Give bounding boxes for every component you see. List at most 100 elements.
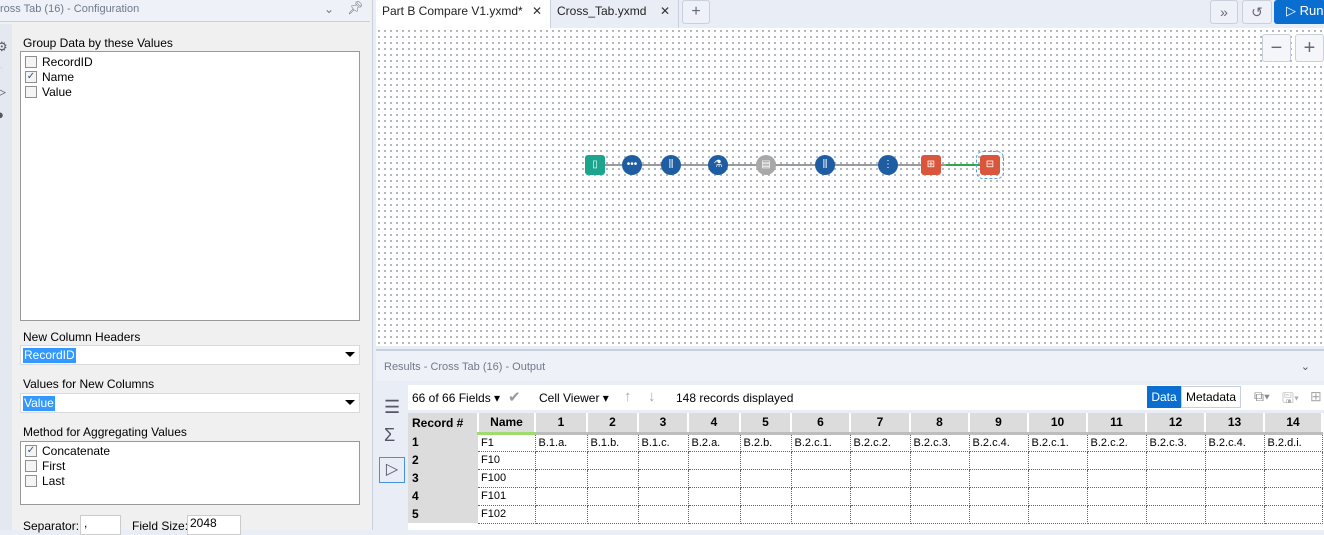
column-header[interactable]: 9 [969, 413, 1029, 435]
column-header-record[interactable]: Record # [408, 413, 479, 433]
column-header[interactable]: 1 [535, 413, 588, 435]
input-anchor-icon[interactable]: ◐ [0, 62, 4, 77]
table-cell[interactable] [910, 505, 970, 524]
check-icon[interactable]: ✔ [508, 388, 521, 406]
table-cell[interactable] [850, 469, 911, 488]
checkbox-checked[interactable]: ✓ [25, 444, 37, 457]
column-header[interactable]: 13 [1205, 413, 1265, 435]
column-header[interactable]: 6 [791, 413, 851, 435]
gear-icon[interactable]: ⚙ [0, 39, 8, 55]
column-header[interactable]: 7 [850, 413, 911, 435]
results-grid[interactable]: Record # Name 1 2 3 4 5 6 7 8 9 10 11 12 13 14 1 F1 B.1.a… [408, 413, 1324, 530]
formula-tool-icon[interactable]: ⚗ [708, 155, 728, 175]
expand-button[interactable]: » [1210, 0, 1238, 24]
table-cell[interactable] [1205, 451, 1265, 470]
table-cell[interactable] [740, 505, 792, 524]
column-header[interactable]: 2 [587, 413, 639, 435]
table-cell[interactable]: F1 [478, 433, 536, 452]
table-cell[interactable] [740, 487, 792, 506]
table-cell[interactable]: F102 [478, 505, 536, 524]
table-cell[interactable] [791, 451, 851, 470]
table-cell[interactable] [850, 487, 911, 506]
table-cell[interactable]: B.2.d.i. [1264, 433, 1323, 452]
table-cell[interactable] [1205, 469, 1265, 488]
zoom-out-button[interactable]: − [1262, 34, 1291, 62]
sort-tool-icon[interactable]: ⋮ [878, 155, 898, 175]
table-cell[interactable]: F100 [478, 469, 536, 488]
table-cell[interactable] [740, 469, 792, 488]
table-cell[interactable] [791, 469, 851, 488]
column-header[interactable]: 14 [1264, 413, 1323, 435]
table-cell[interactable] [969, 469, 1029, 488]
table-cell[interactable] [1087, 487, 1147, 506]
table-cell[interactable] [1028, 469, 1088, 488]
copy-icon[interactable]: ⧉▾ [1254, 388, 1270, 405]
method-last[interactable]: Last [21, 473, 359, 488]
table-cell[interactable] [1205, 505, 1265, 524]
column-header[interactable]: 8 [910, 413, 970, 435]
table-cell[interactable] [740, 451, 792, 470]
table-cell[interactable]: B.2.c.1. [791, 433, 851, 452]
table-cell[interactable]: B.2.c.2. [1087, 433, 1147, 452]
table-cell[interactable]: B.2.c.3. [1146, 433, 1206, 452]
table-cell[interactable] [638, 451, 689, 470]
data-tab[interactable]: Data [1147, 386, 1181, 408]
sum-icon[interactable]: Σ [384, 425, 395, 446]
group-field-name[interactable]: ✓ Name [21, 69, 359, 84]
table-cell[interactable]: F101 [478, 487, 536, 506]
checkbox[interactable] [25, 459, 37, 472]
table-cell[interactable] [1028, 487, 1088, 506]
table-cell[interactable] [791, 487, 851, 506]
pin-icon[interactable]: 📌︎ [347, 0, 364, 16]
group-fields-list[interactable]: RecordID ✓ Name Value [20, 51, 360, 321]
tab-cross-tab[interactable]: Cross_Tab.yxmd ✕ [551, 0, 679, 28]
table-cell[interactable] [1264, 469, 1323, 488]
table-cell[interactable] [535, 451, 588, 470]
table-cell[interactable]: B.1.b. [587, 433, 639, 452]
chevron-down-icon[interactable]: ⌄ [1301, 351, 1310, 383]
table-cell[interactable] [1264, 451, 1323, 470]
table-cell[interactable] [850, 451, 911, 470]
table-cell[interactable] [535, 469, 588, 488]
table-cell[interactable] [1028, 451, 1088, 470]
history-icon[interactable]: ↺ [1242, 0, 1272, 24]
table-cell[interactable] [1146, 469, 1206, 488]
table-cell[interactable] [910, 451, 970, 470]
table-cell[interactable] [587, 451, 639, 470]
record-number[interactable]: 3 [408, 469, 478, 487]
table-cell[interactable] [688, 451, 741, 470]
input-data-tool-icon[interactable]: ▯ [585, 155, 605, 175]
save-icon[interactable]: 🖫︎▾ [1282, 388, 1299, 412]
column-header[interactable]: 11 [1087, 413, 1147, 435]
table-cell[interactable] [1028, 505, 1088, 524]
workflow-canvas[interactable]: − + ▯ ••• ⫼ ⚗ ▤ ⫼ ⋮ ⊞ ⊟ [376, 28, 1324, 346]
arrow-down-icon[interactable]: ↓ [648, 388, 656, 405]
column-header[interactable]: 3 [638, 413, 689, 435]
column-header[interactable]: 5 [740, 413, 792, 435]
record-number[interactable]: 1 [408, 433, 478, 451]
table-cell[interactable] [1146, 487, 1206, 506]
fields-dropdown[interactable]: 66 of 66 Fields ▾ [412, 391, 500, 405]
arrow-up-icon[interactable]: ↑ [624, 388, 632, 405]
run-button[interactable]: ▷ Run [1274, 0, 1324, 24]
table-cell[interactable] [1264, 505, 1323, 524]
table-icon[interactable]: ☰ [384, 397, 400, 418]
table-cell[interactable]: B.2.b. [740, 433, 792, 452]
table-cell[interactable] [1087, 451, 1147, 470]
table-cell[interactable] [969, 487, 1029, 506]
transpose-tool-icon[interactable]: ⫼ [815, 155, 835, 175]
table-cell[interactable] [638, 469, 689, 488]
table-cell[interactable] [969, 451, 1029, 470]
checkbox[interactable] [25, 85, 37, 98]
table-cell[interactable] [969, 505, 1029, 524]
method-concatenate[interactable]: ✓ Concatenate [21, 443, 359, 458]
help-icon[interactable]: ◑ [0, 107, 4, 122]
crosstab-tool-icon[interactable]: ⊞ [921, 155, 941, 175]
table-cell[interactable] [1087, 469, 1147, 488]
column-header[interactable]: 10 [1028, 413, 1088, 435]
table-cell[interactable]: B.2.c.2. [850, 433, 911, 452]
table-cell[interactable] [638, 487, 689, 506]
table-cell[interactable] [587, 487, 639, 506]
add-icon[interactable]: ⊞ [1310, 388, 1322, 405]
checkbox-checked[interactable]: ✓ [25, 70, 37, 83]
